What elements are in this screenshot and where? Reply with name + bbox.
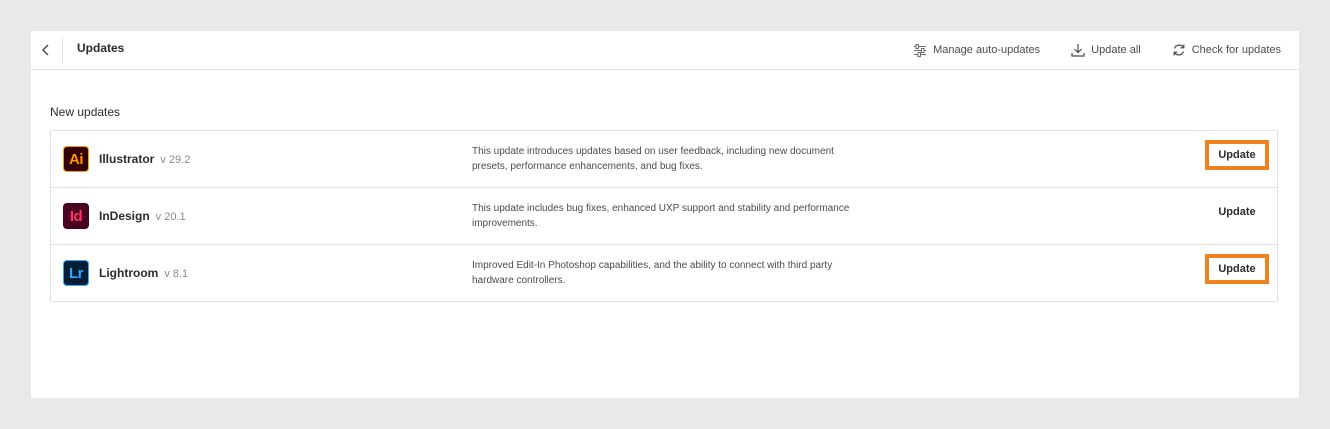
update-button-indesign[interactable]: Update bbox=[1205, 197, 1269, 227]
manage-auto-updates-label: Manage auto-updates bbox=[933, 44, 1041, 56]
refresh-icon bbox=[1173, 44, 1185, 56]
sliders-icon bbox=[914, 43, 927, 57]
indesign-app-icon: Id bbox=[63, 203, 89, 229]
updates-list: Ai Illustrator v 29.2 This update introdu… bbox=[50, 130, 1278, 302]
app-name: Lightroom v 8.1 bbox=[99, 266, 188, 280]
update-button-illustrator[interactable]: Update bbox=[1205, 140, 1269, 170]
app-row-lightroom: Lr Lightroom v 8.1 Improved Edit-In Photo… bbox=[51, 245, 1277, 301]
page-title: Updates bbox=[77, 41, 125, 55]
updates-panel: Updates Manage auto-updates Update all C… bbox=[31, 31, 1299, 398]
back-button[interactable] bbox=[37, 40, 55, 60]
check-for-updates-button[interactable]: Check for updates bbox=[1172, 43, 1281, 57]
update-description: This update includes bug fixes, enhanced… bbox=[472, 203, 850, 229]
app-row-indesign: Id InDesign v 20.1 This update includes b… bbox=[51, 188, 1277, 245]
app-name-text: Illustrator bbox=[99, 152, 155, 166]
illustrator-app-icon: Ai bbox=[63, 146, 89, 172]
section-title: New updates bbox=[50, 105, 121, 119]
header-bar: Updates Manage auto-updates Update all C… bbox=[31, 31, 1299, 70]
lightroom-app-icon: Lr bbox=[63, 260, 89, 286]
header-divider bbox=[62, 37, 63, 63]
app-name: Illustrator v 29.2 bbox=[99, 152, 190, 166]
update-all-button[interactable]: Update all bbox=[1071, 43, 1141, 57]
app-name: InDesign v 20.1 bbox=[99, 209, 186, 223]
download-icon bbox=[1071, 44, 1085, 57]
check-for-updates-label: Check for updates bbox=[1191, 44, 1281, 56]
manage-auto-updates-button[interactable]: Manage auto-updates bbox=[913, 43, 1041, 57]
header-actions: Manage auto-updates Update all Check for… bbox=[913, 31, 1281, 69]
app-version: v 8.1 bbox=[164, 268, 189, 280]
app-version: v 20.1 bbox=[155, 211, 186, 223]
update-description: This update introduces updates based on … bbox=[472, 146, 834, 172]
app-name-text: InDesign bbox=[99, 209, 150, 223]
update-all-label: Update all bbox=[1091, 44, 1141, 56]
app-version: v 29.2 bbox=[160, 154, 191, 166]
app-name-text: Lightroom bbox=[99, 266, 159, 280]
update-button-lightroom[interactable]: Update bbox=[1205, 254, 1269, 284]
update-description: Improved Edit-In Photoshop capabilities,… bbox=[472, 260, 833, 286]
app-row-illustrator: Ai Illustrator v 29.2 This update introdu… bbox=[51, 131, 1277, 188]
chevron-left-icon bbox=[41, 44, 49, 56]
